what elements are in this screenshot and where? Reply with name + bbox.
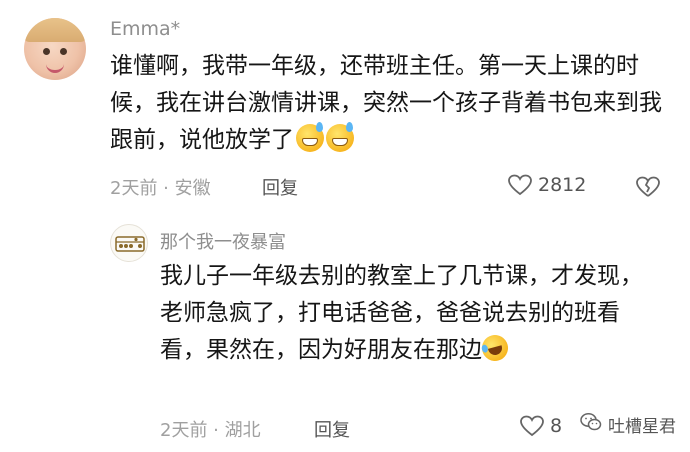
reply-text-block: 我儿子一年级去别的教室上了几节课，才发现，老师急疯了，打电话爸爸，爸爸说去别的班… <box>160 258 660 369</box>
comment-like-count: 2812 <box>538 174 587 196</box>
watermark: 吐槽星君 <box>580 412 676 437</box>
reply-like-count: 8 <box>550 415 563 437</box>
watermark-label: 吐槽星君 <box>608 417 676 437</box>
comment-username[interactable]: Emma* <box>110 18 180 40</box>
grin-sweat-emoji <box>326 122 354 152</box>
reply-like-button[interactable]: 8 <box>520 415 562 437</box>
avatar-eye-left <box>43 48 50 55</box>
wechat-icon <box>580 412 602 437</box>
reply-avatar[interactable] <box>110 224 148 262</box>
laugh-cry-emoji <box>479 332 511 364</box>
avatar-hair <box>24 18 86 42</box>
reply-time-location: 2天前 · 湖北 <box>160 420 261 441</box>
reply-reply-button[interactable]: 回复 <box>314 416 350 442</box>
broken-heart-icon[interactable] <box>636 176 660 198</box>
comment-time-location: 2天前 · 安徽 <box>110 178 211 199</box>
comment-text: 谁懂啊，我带一年级，还带班主任。第一天上课的时候，我在讲台激情讲课，突然一个孩子… <box>110 53 662 153</box>
avatar-eye-right <box>60 48 67 55</box>
comment-text-block: 谁懂啊，我带一年级，还带班主任。第一天上课的时候，我在讲台激情讲课，突然一个孩子… <box>110 48 670 159</box>
heart-outline-icon <box>520 415 544 437</box>
reply-username[interactable]: 那个我一夜暴富 <box>160 228 286 254</box>
reply-text: 我儿子一年级去别的教室上了几节课，才发现，老师急疯了，打电话爸爸，爸爸说去别的班… <box>160 263 643 363</box>
heart-outline-icon <box>508 174 532 196</box>
avatar-mouth <box>46 62 64 73</box>
comment-reply-button[interactable]: 回复 <box>262 174 298 200</box>
avatar[interactable] <box>24 18 86 80</box>
comment-like-button[interactable]: 2812 <box>508 174 586 196</box>
grin-sweat-emoji <box>296 122 324 152</box>
